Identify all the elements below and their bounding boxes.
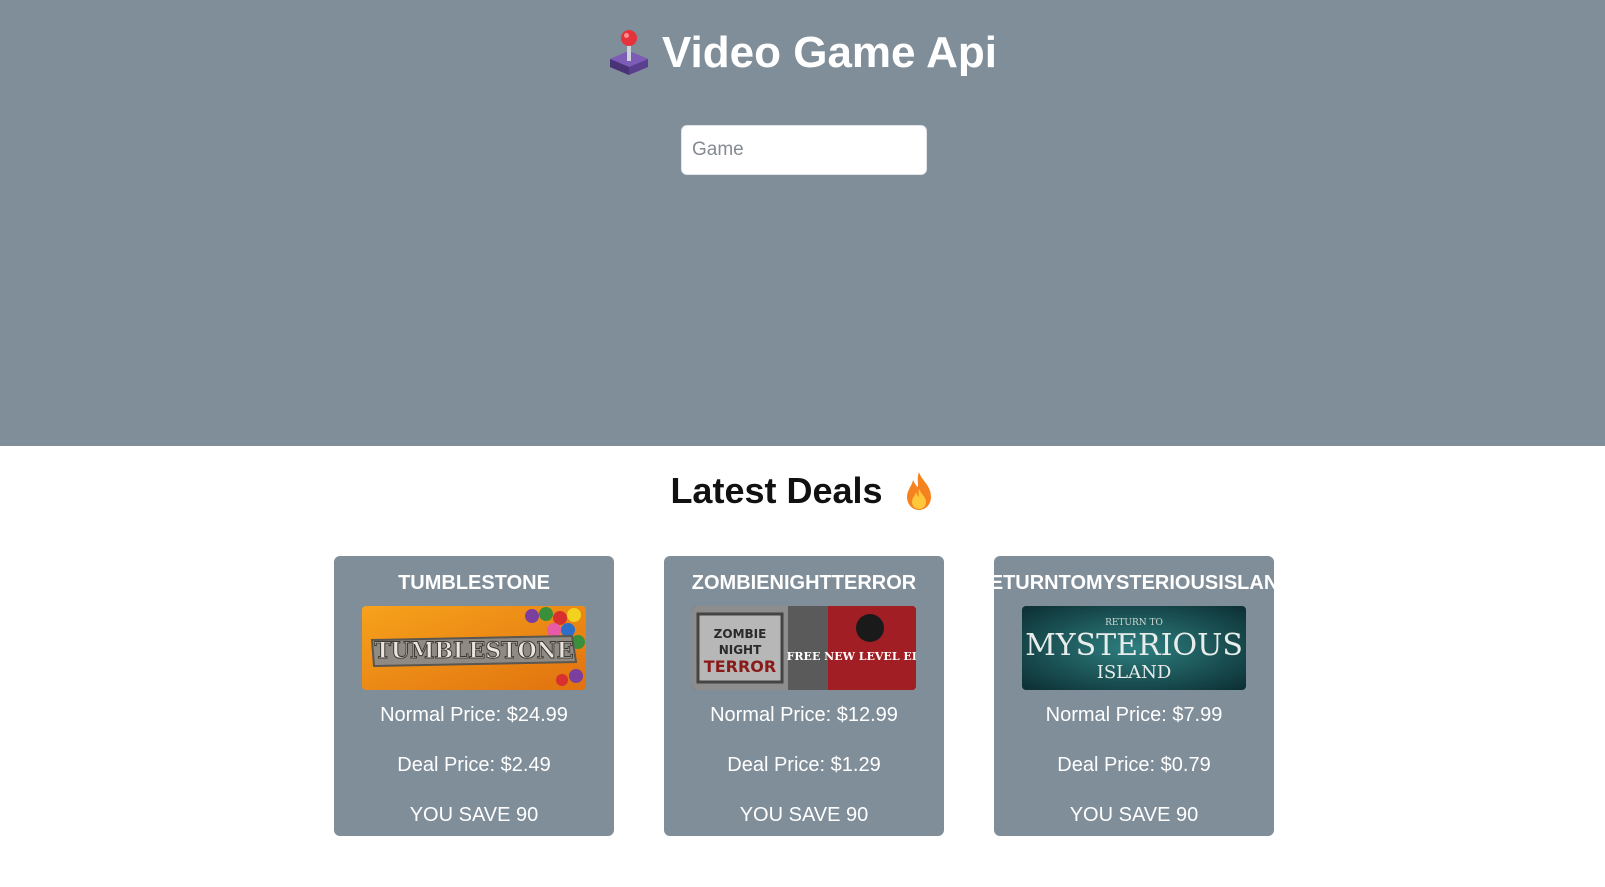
- svg-text:ZOMBIE: ZOMBIE: [714, 627, 767, 641]
- svg-text:TUMBLESTONE: TUMBLESTONE: [374, 638, 573, 664]
- normal-price: Normal Price: $12.99: [710, 704, 898, 726]
- svg-text:ISLAND: ISLAND: [1097, 662, 1172, 683]
- svg-text:MYSTERIOUS: MYSTERIOUS: [1025, 628, 1243, 663]
- page-title: Video Game Api: [0, 22, 1605, 94]
- joystick-icon: [608, 29, 650, 77]
- svg-text:TERROR: TERROR: [704, 657, 776, 676]
- hero-header: Video Game Api: [0, 0, 1605, 446]
- latest-deals-title: Latest Deals: [670, 470, 883, 511]
- deal-card: TUMBLESTONE TUMBLESTONE Normal Price: $2…: [334, 556, 614, 836]
- deal-title: RETURNTOMYSTERIOUSISLAND: [994, 572, 1274, 594]
- deal-title: ZOMBIENIGHTTERROR: [691, 572, 917, 594]
- normal-price: Normal Price: $24.99: [380, 704, 568, 726]
- game-thumbnail: RETURN TO MYSTERIOUS ISLAND: [1022, 606, 1246, 690]
- svg-text:NIGHT: NIGHT: [719, 643, 762, 657]
- deal-card: ZOMBIENIGHTTERROR ZOMBIE NIGHT TERROR FR…: [664, 556, 944, 836]
- deal-card: RETURNTOMYSTERIOUSISLAND RETURN TO MYSTE…: [994, 556, 1274, 836]
- svg-text:RETURN TO: RETURN TO: [1105, 618, 1163, 628]
- svg-text:FREE NEW LEVEL EDITOR: FREE NEW LEVEL EDITOR: [787, 650, 916, 663]
- deal-price: Deal Price: $1.29: [727, 754, 881, 776]
- game-thumbnail: TUMBLESTONE: [362, 606, 586, 690]
- deal-price: Deal Price: $0.79: [1057, 754, 1211, 776]
- savings-text: YOU SAVE 90: [1069, 804, 1199, 826]
- game-search-input[interactable]: [681, 125, 927, 175]
- latest-deals-heading: Latest Deals: [0, 465, 1605, 517]
- deal-title: TUMBLESTONE: [398, 572, 550, 594]
- savings-text: YOU SAVE 90: [409, 804, 539, 826]
- savings-text: YOU SAVE 90: [739, 804, 869, 826]
- normal-price: Normal Price: $7.99: [1045, 704, 1223, 726]
- deal-price: Deal Price: $2.49: [397, 754, 551, 776]
- game-thumbnail: ZOMBIE NIGHT TERROR FREE NEW LEVEL EDITO…: [692, 606, 916, 690]
- app-title-text: Video Game Api: [662, 28, 997, 77]
- fire-icon: [903, 471, 935, 511]
